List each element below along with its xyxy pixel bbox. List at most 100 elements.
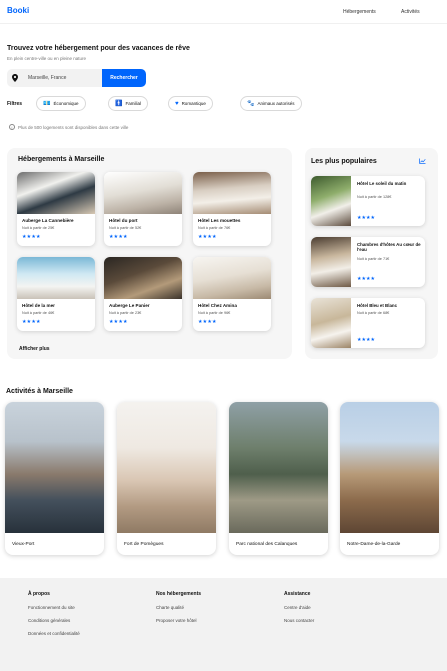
footer-title: Assistance [284, 591, 311, 597]
activity-name: Notre-Dame-de-la-Garde [347, 542, 401, 547]
popular-name: Hôtel Bleu et Blanc [357, 303, 398, 308]
hotel-price: Nuit à partir de 76€ [198, 226, 231, 230]
availability-text: Plus de 500 logements sont disponibles d… [18, 124, 129, 130]
filter-romantique[interactable]: ♥ Romantique [168, 96, 213, 111]
activity-name: Vieux-Port [12, 542, 35, 547]
footer-link[interactable]: Conditions générales [28, 618, 80, 623]
info-icon: i [9, 124, 15, 130]
hotels-title: Hébergements à Marseille [18, 156, 105, 163]
rating-stars: ★★★★ [198, 319, 217, 325]
popular-title: Les plus populaires [311, 158, 377, 165]
footer-link[interactable]: Charte qualité [156, 605, 201, 610]
filter-label: Animaux autorisés [257, 101, 295, 106]
hotel-price: Nuit à partir de 23€ [109, 311, 142, 315]
rating-stars: ★★★★ [198, 234, 217, 240]
rating-stars: ★★★★ [22, 319, 41, 325]
footer-column-hebergements: Nos hébergements Charte qualité Proposer… [156, 591, 201, 631]
activity-name: Parc national des Calanques [236, 542, 298, 547]
activity-photo [5, 402, 104, 533]
popular-card[interactable]: Hôtel Le soleil du matin Nuit à partir d… [311, 176, 425, 226]
hotel-price: Nuit à partir de 96€ [198, 311, 231, 315]
hotel-card[interactable]: Hôtel Les mouettes Nuit à partir de 76€ … [193, 172, 271, 246]
activities-title: Activités à Marseille [6, 388, 73, 395]
hotel-price: Nuit à partir de 52€ [109, 226, 142, 230]
hotel-card[interactable]: Auberge Le Panier Nuit à partir de 23€ ★… [104, 257, 182, 331]
popular-price: Nuit à partir de 68€ [357, 311, 390, 315]
popular-price: Nuit à partir de 71€ [357, 257, 390, 261]
filters-label: Filtres [7, 101, 23, 107]
hotel-photo [17, 257, 95, 299]
activity-photo [340, 402, 439, 533]
footer-link[interactable]: Centre d'aide [284, 605, 314, 610]
activity-photo [117, 402, 216, 533]
footer-link[interactable]: Nous contacter [284, 618, 314, 623]
hotel-price: Nuit à partir de 46€ [22, 311, 55, 315]
hotel-photo [17, 172, 95, 214]
hotel-name: Auberge Le Panier [109, 303, 150, 308]
popular-card[interactable]: Hôtel Bleu et Blanc Nuit à partir de 68€… [311, 298, 425, 348]
rating-stars: ★★★★ [357, 215, 375, 221]
activity-card[interactable]: Notre-Dame-de-la-Garde [340, 402, 439, 555]
hotel-card[interactable]: Hôtel du port Nuit à partir de 52€ ★★★★ [104, 172, 182, 246]
activity-card[interactable]: Parc national des Calanques [229, 402, 328, 555]
activity-card[interactable]: Vieux-Port [5, 402, 104, 555]
search-input[interactable]: Marseille, France [7, 69, 103, 87]
search-button[interactable]: Rechercher [102, 69, 146, 87]
hotel-photo [104, 172, 182, 214]
rating-stars: ★★★★ [109, 319, 128, 325]
rating-stars: ★★★★ [357, 276, 375, 282]
hotel-name: Hôtel Chez Amina [198, 303, 237, 308]
filter-label: Économique [53, 101, 79, 106]
nav-link-hebergements[interactable]: Hébergements [343, 9, 376, 15]
paw-icon: 🐾 [247, 100, 255, 107]
hotel-photo [193, 172, 271, 214]
hero-title: Trouvez votre hébergement pour des vacan… [7, 45, 190, 52]
hotel-card[interactable]: Hôtel de la mer Nuit à partir de 46€ ★★★… [17, 257, 95, 331]
hotel-name: Auberge La Cannebière [22, 218, 74, 223]
hotel-name: Hôtel de la mer [22, 303, 55, 308]
header: Booki Hébergements Activités [0, 0, 447, 24]
filter-economique[interactable]: 💶 Économique [36, 96, 86, 111]
hotel-photo [104, 257, 182, 299]
activity-name: Fort de Pomègues [124, 542, 164, 547]
footer-title: Nos hébergements [156, 591, 202, 597]
show-more-link[interactable]: Afficher plus [19, 346, 50, 352]
logo[interactable]: Booki [7, 6, 29, 15]
filter-label: Romantique [181, 101, 206, 106]
popular-name: Hôtel Le soleil du matin [357, 181, 407, 186]
rating-stars: ★★★★ [22, 234, 41, 240]
rating-stars: ★★★★ [109, 234, 128, 240]
heart-icon: ♥ [175, 100, 179, 107]
filter-label: Familial [125, 101, 141, 106]
hotel-name: Hôtel Les mouettes [198, 218, 241, 223]
location-pin-icon [12, 74, 18, 82]
availability-info: i Plus de 500 logements sont disponibles… [9, 124, 128, 130]
footer-link[interactable]: Proposer votre hôtel [156, 618, 201, 623]
popular-photo [311, 237, 351, 287]
popular-photo [311, 176, 351, 226]
hotel-price: Nuit à partir de 25€ [22, 226, 55, 230]
popular-card[interactable]: Chambres d'hôtes Au cœur de l'eau Nuit à… [311, 237, 425, 287]
rating-stars: ★★★★ [357, 337, 375, 343]
hotel-card[interactable]: Auberge La Cannebière Nuit à partir de 2… [17, 172, 95, 246]
footer-link[interactable]: Fonctionnement du site [28, 605, 80, 610]
filter-animaux[interactable]: 🐾 Animaux autorisés [240, 96, 302, 111]
popular-price: Nuit à partir de 128€ [357, 195, 392, 199]
money-icon: 💶 [43, 100, 51, 107]
activity-card[interactable]: Fort de Pomègues [117, 402, 216, 555]
hotel-name: Hôtel du port [109, 218, 138, 223]
footer-link[interactable]: Données et confidentialité [28, 631, 80, 636]
hotel-photo [193, 257, 271, 299]
popular-photo [311, 298, 351, 348]
hero-subtitle: En plein centre-ville ou en pleine natur… [7, 56, 87, 61]
trend-icon [419, 158, 426, 164]
footer-column-assistance: Assistance Centre d'aide Nous contacter [284, 591, 314, 631]
popular-name: Chambres d'hôtes Au cœur de l'eau [357, 242, 421, 253]
filter-familial[interactable]: 🚹 Familial [108, 96, 148, 111]
nav-link-activites[interactable]: Activités [401, 9, 420, 15]
activity-photo [229, 402, 328, 533]
child-icon: 🚹 [115, 100, 123, 107]
search-value: Marseille, France [28, 75, 67, 81]
footer-column-about: À propos Fonctionnement du site Conditio… [28, 591, 80, 644]
hotel-card[interactable]: Hôtel Chez Amina Nuit à partir de 96€ ★★… [193, 257, 271, 331]
